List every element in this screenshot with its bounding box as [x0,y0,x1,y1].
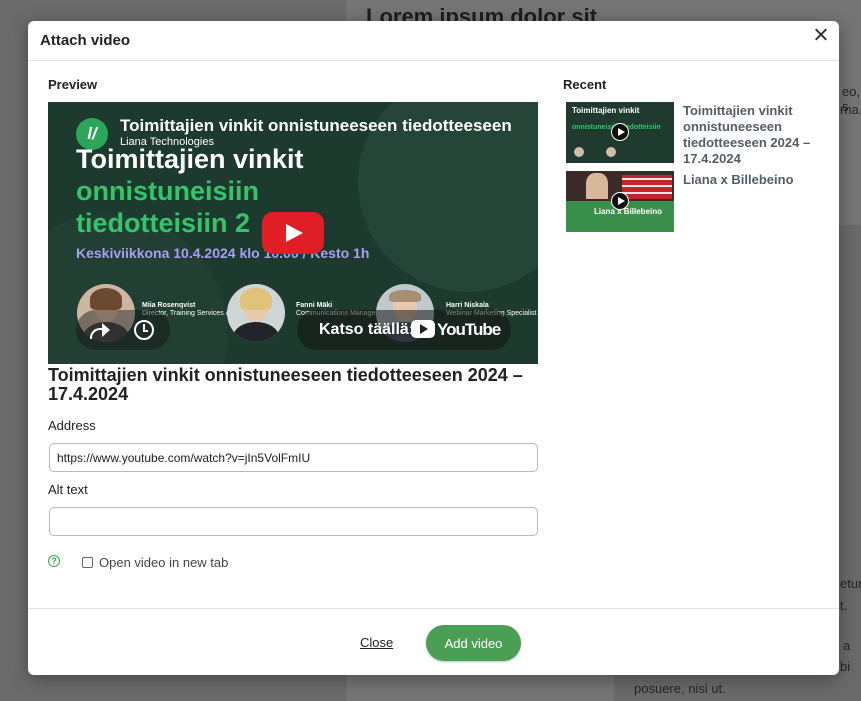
recent-label: Recent [563,77,607,92]
thumbnail-date: Keskiviikkona 10.4.2024 klo 10.00 / Kest… [76,245,370,261]
speaker-photo [227,284,285,342]
watch-on-label: Katso täällä: [319,321,415,338]
thumbnail-person [586,173,608,199]
address-field[interactable] [49,443,538,472]
clock-icon[interactable] [134,320,154,340]
add-video-button[interactable]: Add video [426,625,521,661]
recent-video-title[interactable]: Toimittajien vinkit onnistuneeseen tiedo… [683,103,823,167]
share-icon[interactable] [88,320,110,340]
video-preview-player[interactable]: l/ Toimittajien vinkit onnistuneeseen ti… [48,102,538,364]
player-video-title[interactable]: Toimittajien vinkit onnistuneeseen tiedo… [120,116,512,136]
dialog-footer: Close Add video [28,608,839,675]
dialog-title: Attach video [40,32,131,49]
preview-label: Preview [48,77,98,92]
thumbnail-decor [622,175,672,199]
thumbnail-speakers [574,144,666,157]
background-text: etur [840,576,861,591]
open-in-new-tab-label[interactable]: Open video in new tab [99,555,228,570]
play-icon [611,192,629,210]
help-icon[interactable]: ? [48,555,60,567]
background-text: t. [840,598,848,613]
recent-video-thumbnail[interactable]: Toimittajien vinkit onnistuneisiin tiedo… [566,102,674,163]
alt-text-label: Alt text [48,482,88,497]
thumbnail-text: Liana x Billebeino [594,207,663,216]
background-text: rna. [840,102,861,117]
watch-on-youtube-button[interactable]: Katso täällä: YouTube [297,310,511,350]
thumbnail-title-line: tiedotteisiin 2 [76,208,251,238]
open-in-new-tab-checkbox[interactable] [82,557,93,568]
play-icon [611,123,629,141]
youtube-logo-icon [411,320,435,338]
alt-text-field[interactable] [49,507,538,536]
close-icon[interactable] [810,24,832,46]
background-text: posuere, nisi ut. [634,681,726,696]
background-text: bi [840,659,851,674]
background-text: a [843,638,851,653]
thumbnail-text: Toimittajien vinkit [572,106,640,115]
close-button[interactable]: Close [360,635,393,650]
youtube-wordmark: YouTube [437,320,501,339]
dialog-header: Attach video [28,21,839,61]
address-label: Address [48,418,96,433]
recent-video-title[interactable]: Liana x Billebeino [683,172,823,188]
video-title: Toimittajien vinkit onnistuneeseen tiedo… [48,365,523,404]
thumbnail-title-line: Toimittajien vinkit [76,144,304,174]
thumbnail-title-line: onnistuneisiin [76,176,260,206]
youtube-play-icon[interactable] [262,212,324,254]
recent-video-thumbnail[interactable]: Liana x Billebeino [566,171,674,232]
attach-video-dialog: Attach video Preview Recent l/ Toimittaj… [28,21,839,675]
